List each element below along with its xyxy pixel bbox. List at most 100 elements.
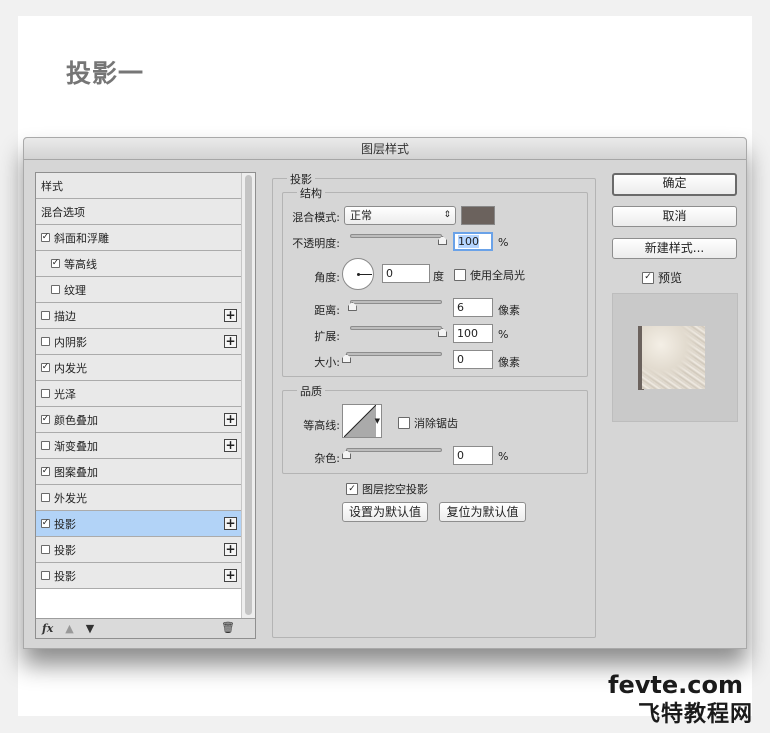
size-slider[interactable] <box>342 350 442 366</box>
style-item[interactable]: ✓ 斜面和浮雕 <box>36 225 242 251</box>
spread-label: 扩展: <box>314 330 340 343</box>
scrollbar-thumb[interactable] <box>245 175 252 615</box>
noise-slider-track <box>346 448 442 452</box>
preview-checkbox[interactable]: ✓ <box>642 271 654 284</box>
style-item-checkbox[interactable]: ✓ <box>41 519 50 528</box>
style-item[interactable]: 渐变叠加 + <box>36 433 242 459</box>
style-item[interactable]: 内阴影 + <box>36 329 242 355</box>
style-item-checkbox[interactable] <box>41 545 50 554</box>
style-item-label: 外发光 <box>54 491 87 505</box>
contour-picker[interactable]: ▼ <box>342 404 382 438</box>
style-item-label: 渐变叠加 <box>54 439 98 453</box>
contour-label: 等高线: <box>303 419 340 432</box>
style-item-checkbox[interactable]: ✓ <box>41 415 50 424</box>
global-light-checkbox[interactable] <box>454 269 466 281</box>
noise-slider[interactable] <box>342 446 442 462</box>
style-item[interactable]: 描边 + <box>36 303 242 329</box>
style-item[interactable]: ✓ 投影 + <box>36 511 242 537</box>
style-item[interactable]: 投影 + <box>36 563 242 589</box>
blend-mode-value: 正常 <box>350 209 372 222</box>
angle-center-dot <box>357 273 360 276</box>
spread-input[interactable]: 100 <box>453 324 493 343</box>
global-light-option[interactable]: 使用全局光 <box>454 267 525 283</box>
add-effect-icon[interactable]: + <box>224 439 237 452</box>
distance-slider[interactable] <box>347 298 442 314</box>
noise-value: 0 <box>457 449 464 462</box>
angle-dial[interactable] <box>342 258 374 290</box>
opacity-slider[interactable] <box>350 232 447 248</box>
noise-input[interactable]: 0 <box>453 446 493 465</box>
opacity-value: 100 <box>458 235 479 248</box>
noise-label: 杂色: <box>314 452 340 465</box>
blend-mode-select[interactable]: 正常 ⇕ <box>344 206 456 225</box>
make-default-button[interactable]: 设置为默认值 <box>342 502 428 522</box>
style-item-checkbox[interactable]: ✓ <box>41 363 50 372</box>
add-effect-icon[interactable]: + <box>224 413 237 426</box>
add-effect-icon[interactable]: + <box>224 309 237 322</box>
style-preview <box>612 293 738 422</box>
antialias-option[interactable]: 消除锯齿 <box>398 415 458 431</box>
spread-value: 100 <box>457 327 478 340</box>
trash-icon[interactable]: 🗑 <box>221 621 235 634</box>
style-item[interactable]: ✓ 等高线 <box>36 251 242 277</box>
style-item-label: 投影 <box>54 543 76 557</box>
style-item-label: 等高线 <box>64 257 97 271</box>
fx-button[interactable]: fx <box>42 622 53 635</box>
arrow-down-icon[interactable]: ▼ <box>86 622 94 635</box>
style-item-checkbox[interactable] <box>41 441 50 450</box>
styles-header[interactable]: 样式 <box>36 173 242 199</box>
style-item-checkbox[interactable] <box>41 337 50 346</box>
style-item-checkbox[interactable] <box>41 493 50 502</box>
preview-option[interactable]: ✓ 预览 <box>642 269 682 286</box>
style-item[interactable]: 混合选项 <box>36 199 242 225</box>
style-item[interactable]: ✓ 内发光 <box>36 355 242 381</box>
style-item[interactable]: ✓ 图案叠加 <box>36 459 242 485</box>
new-style-button[interactable]: 新建样式... <box>612 238 737 259</box>
angle-needle <box>358 274 372 275</box>
knockout-checkbox[interactable]: ✓ <box>346 483 358 495</box>
style-item-checkbox[interactable] <box>41 389 50 398</box>
reset-default-button[interactable]: 复位为默认值 <box>439 502 526 522</box>
styles-list: 样式 混合选项 ✓ 斜面和浮雕 ✓ 等高线 纹理 描边 + 内阴影 + ✓ 内发光 光泽 ✓ 颜色叠加 + 渐变… <box>35 172 256 639</box>
knockout-option[interactable]: ✓ 图层挖空投影 <box>346 481 428 497</box>
angle-label: 角度: <box>314 271 340 284</box>
style-item-label: 斜面和浮雕 <box>54 231 109 245</box>
angle-unit: 度 <box>433 270 444 283</box>
style-item-checkbox[interactable]: ✓ <box>51 259 60 268</box>
select-arrows-icon: ⇕ <box>443 210 451 220</box>
distance-value: 6 <box>457 301 464 314</box>
spread-slider[interactable] <box>350 324 447 340</box>
angle-input[interactable]: 0 <box>382 264 430 283</box>
distance-unit: 像素 <box>498 304 520 317</box>
spread-slider-track <box>350 326 442 330</box>
add-effect-icon[interactable]: + <box>224 543 237 556</box>
arrow-up-icon[interactable]: ▲ <box>65 622 73 635</box>
size-input[interactable]: 0 <box>453 350 493 369</box>
style-item[interactable]: 光泽 <box>36 381 242 407</box>
style-item-checkbox[interactable] <box>41 311 50 320</box>
add-effect-icon[interactable]: + <box>224 335 237 348</box>
shadow-color-swatch[interactable] <box>461 206 495 225</box>
noise-unit: % <box>498 450 509 463</box>
style-item-checkbox[interactable]: ✓ <box>41 467 50 476</box>
style-item-checkbox[interactable]: ✓ <box>41 233 50 242</box>
add-effect-icon[interactable]: + <box>224 517 237 530</box>
size-slider-track <box>346 352 442 356</box>
size-value: 0 <box>457 353 464 366</box>
cancel-button[interactable]: 取消 <box>612 206 737 227</box>
add-effect-icon[interactable]: + <box>224 569 237 582</box>
watermark-logo-sub: 飞特教程网 <box>638 702 754 727</box>
styles-scrollbar[interactable] <box>241 173 255 618</box>
antialias-checkbox[interactable] <box>398 417 410 429</box>
contour-dropdown-arrow-icon[interactable]: ▼ <box>375 417 380 425</box>
style-item[interactable]: 纹理 <box>36 277 242 303</box>
style-item-checkbox[interactable] <box>41 571 50 580</box>
style-item[interactable]: 投影 + <box>36 537 242 563</box>
opacity-input[interactable]: 100 <box>453 232 493 251</box>
style-item[interactable]: ✓ 颜色叠加 + <box>36 407 242 433</box>
style-item-label: 纹理 <box>64 283 86 297</box>
style-item-checkbox[interactable] <box>51 285 60 294</box>
distance-input[interactable]: 6 <box>453 298 493 317</box>
style-item[interactable]: 外发光 <box>36 485 242 511</box>
ok-button[interactable]: 确定 <box>612 173 737 196</box>
